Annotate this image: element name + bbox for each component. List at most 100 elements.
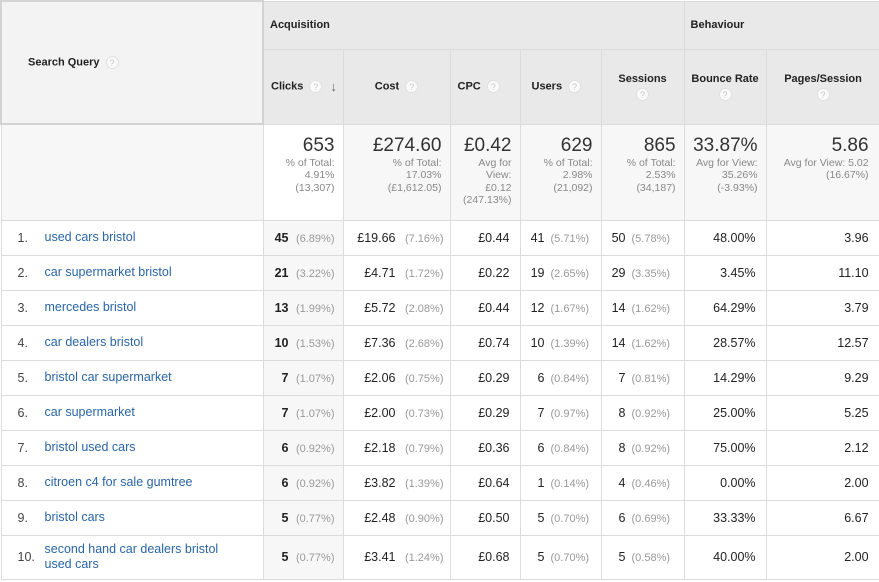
clicks-value: 7 (281, 370, 289, 385)
help-icon[interactable]: ? (816, 87, 830, 101)
clicks-cell: 7 (1.07%) (262, 394, 344, 431)
sessions-cell: 14 (1.62%) (600, 289, 685, 326)
bounce-rate-cell: 25.00% (683, 394, 767, 431)
clicks-percent: (1.99%) (295, 302, 335, 315)
pages-session-cell: 3.96 (765, 219, 879, 256)
cost-value: £3.41 (364, 550, 396, 564)
help-icon[interactable]: ? (405, 80, 419, 93)
users-cell: 7 (0.97%) (519, 394, 602, 431)
clicks-cell: 21 (3.22%) (262, 254, 344, 291)
help-icon[interactable]: ? (309, 80, 323, 93)
cpc-value: £0.29 (478, 370, 510, 385)
clicks-percent: (1.07%) (295, 407, 335, 420)
users-cell: 41 (5.71%) (519, 219, 602, 256)
column-header-cost[interactable]: Cost? (342, 48, 451, 125)
cost-percent: (2.08%) (404, 302, 444, 315)
clicks-cell: 5 (0.77%) (262, 534, 344, 580)
cost-value: £2.06 (364, 370, 396, 385)
cost-percent: (7.16%) (404, 232, 444, 245)
users-value: 41 (530, 230, 545, 245)
search-query-link[interactable]: second hand car dealers bristol used car… (45, 542, 235, 572)
column-header-sessions[interactable]: Sessions? (600, 48, 685, 125)
sort-descending-icon[interactable]: ↓ (330, 79, 337, 94)
users-value: 10 (530, 335, 545, 350)
row-index: 5. (17, 370, 28, 385)
sessions-value: 5 (618, 550, 626, 564)
row-index: 9. (17, 510, 28, 525)
total-clicks: 653 % of Total: 4.91% (13,307) (262, 123, 344, 221)
row-index: 3. (17, 300, 28, 315)
users-percent: (2.65%) (550, 267, 590, 280)
users-cell: 6 (0.84%) (519, 429, 602, 466)
table-row: 3. mercedes bristol 13 (1.99%) £5.72 (2.08… (0, 289, 879, 326)
clicks-percent: (3.22%) (295, 267, 335, 280)
query-cell: 3. mercedes bristol (0, 289, 264, 326)
users-value: 5 (537, 550, 545, 564)
search-query-link[interactable]: car supermarket bristol (45, 265, 172, 280)
total-users: 629 % of Total: 2.98% (21,092) (519, 123, 602, 221)
bounce-rate-cell: 64.29% (683, 289, 767, 326)
users-percent: (0.70%) (550, 552, 590, 564)
pages-session-cell: 12.57 (765, 324, 879, 361)
sessions-cell: 8 (0.92%) (600, 394, 685, 431)
clicks-percent: (0.77%) (295, 552, 335, 564)
search-query-link[interactable]: mercedes bristol (45, 300, 137, 315)
cost-cell: £7.36 (2.68%) (342, 324, 451, 361)
help-icon[interactable]: ? (568, 80, 582, 93)
search-query-link[interactable]: car supermarket (45, 405, 135, 420)
table-row: 6. car supermarket 7 (1.07%) £2.00 (0.73%)… (0, 394, 879, 431)
sessions-percent: (0.58%) (631, 552, 671, 564)
sessions-percent: (5.78%) (631, 232, 671, 245)
sessions-value: 50 (611, 230, 626, 245)
users-value: 1 (537, 475, 545, 490)
pages-session-value: 2.00 (844, 550, 869, 564)
users-cell: 1 (0.14%) (519, 464, 602, 501)
column-header-pages-session[interactable]: Pages/Session? (765, 48, 879, 125)
cpc-value: £0.22 (478, 265, 510, 280)
pages-session-value: 5.25 (844, 405, 869, 420)
clicks-value: 5 (281, 510, 289, 525)
clicks-value: 7 (281, 405, 289, 420)
cost-cell: £19.66 (7.16%) (342, 219, 451, 256)
cpc-cell: £0.29 (449, 359, 521, 396)
query-cell: 9. bristol cars (0, 499, 264, 536)
sessions-percent: (3.35%) (631, 267, 671, 280)
search-query-link[interactable]: bristol cars (45, 510, 105, 525)
users-percent: (0.14%) (550, 477, 590, 490)
help-icon[interactable]: ? (486, 80, 500, 93)
search-query-link[interactable]: used cars bristol (45, 230, 136, 245)
column-header-clicks[interactable]: Clicks? ↓ (262, 48, 344, 125)
users-percent: (0.70%) (550, 512, 590, 525)
column-header-bounce-rate[interactable]: Bounce Rate? (683, 48, 767, 125)
dimension-header[interactable]: Search Query? (0, 0, 264, 125)
column-header-users[interactable]: Users? (519, 48, 602, 125)
clicks-value: 10 (274, 335, 289, 350)
bounce-rate-cell: 14.29% (683, 359, 767, 396)
cpc-cell: £0.22 (449, 254, 521, 291)
total-pages-session: 5.86 Avg for View: 5.02 (16.67%) (765, 123, 879, 221)
sessions-cell: 14 (1.62%) (600, 324, 685, 361)
column-header-cpc[interactable]: CPC? (449, 48, 521, 125)
sessions-cell: 4 (0.46%) (600, 464, 685, 501)
table-row: 8. citroen c4 for sale gumtree 6 (0.92%) … (0, 464, 879, 501)
cost-percent: (1.24%) (404, 552, 444, 564)
users-percent: (0.84%) (550, 372, 590, 385)
users-cell: 12 (1.67%) (519, 289, 602, 326)
pages-session-cell: 5.25 (765, 394, 879, 431)
help-icon[interactable]: ? (105, 56, 119, 69)
pages-session-value: 3.79 (844, 300, 869, 315)
cost-cell: £5.72 (2.08%) (342, 289, 451, 326)
sessions-cell: 8 (0.92%) (600, 429, 685, 466)
cpc-value: £0.50 (478, 510, 510, 525)
clicks-value: 21 (274, 265, 289, 280)
search-query-link[interactable]: citroen c4 for sale gumtree (45, 475, 193, 490)
cpc-value: £0.44 (478, 230, 510, 245)
search-query-link[interactable]: car dealers bristol (45, 335, 144, 350)
help-icon[interactable]: ? (718, 87, 732, 101)
group-header-row: Search Query? Acquisition Behaviour (0, 0, 879, 125)
help-icon[interactable]: ? (636, 87, 650, 101)
search-query-link[interactable]: bristol used cars (45, 440, 136, 455)
sessions-value: 7 (618, 370, 626, 385)
search-query-link[interactable]: bristol car supermarket (45, 370, 172, 385)
bounce-rate-value: 0.00% (720, 475, 756, 490)
